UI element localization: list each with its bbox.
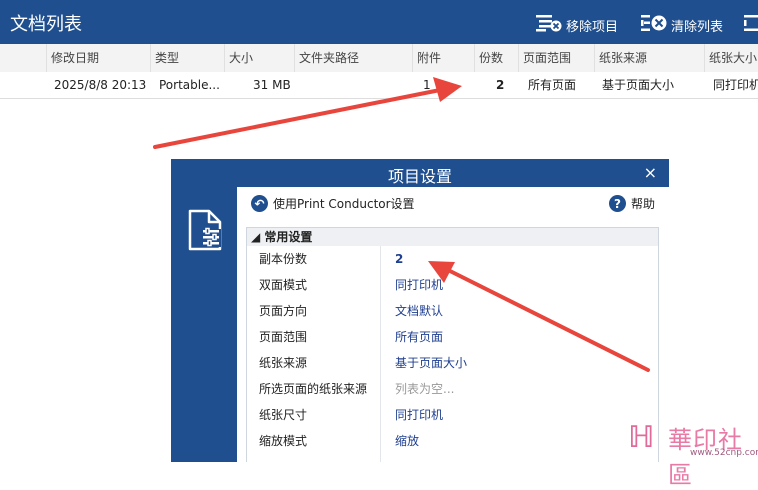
cell-copies: 2 <box>496 78 505 92</box>
column-header-row: 修改日期 类型 大小 文件夹路径 附件 份数 页面范围 纸张来源 纸张大小 <box>0 44 758 73</box>
property-value[interactable]: 2 <box>395 246 403 272</box>
use-settings-label: 使用Print Conductor设置 <box>273 197 415 211</box>
document-list-header: 文档列表 移除项目 清除列表 <box>0 0 758 44</box>
table-row[interactable]: 2025/8/8 20:13 Portable... 31 MB 1 2 所有页… <box>0 72 758 99</box>
cell-attachments: 1 <box>423 78 431 92</box>
property-key: 纸张来源 <box>259 356 308 370</box>
back-arrow-icon: ↶ <box>251 195 268 212</box>
dialog-title: 项目设置 <box>387 167 452 186</box>
column-header-page-range[interactable]: 页面范围 <box>518 44 594 72</box>
remove-item-label: 移除项目 <box>566 19 619 35</box>
dialog-sidebar <box>171 187 237 462</box>
property-row-paper-size[interactable]: 纸张尺寸 同打印机 <box>247 402 658 428</box>
property-row-scaling-mode[interactable]: 缩放模式 缩放 <box>247 428 658 454</box>
column-header-folder-path[interactable]: 文件夹路径 <box>294 44 412 72</box>
column-header-paper-source[interactable]: 纸张来源 <box>594 44 704 72</box>
use-print-conductor-settings-link[interactable]: ↶ 使用Print Conductor设置 <box>251 195 415 212</box>
watermark: ℍ 華印社區 www.52cnp.com <box>628 418 758 489</box>
property-row-page-range[interactable]: 页面范围 所有页面 <box>247 324 658 350</box>
cell-paper-size: 同打印机 <box>713 78 758 92</box>
property-key: 缩放模式 <box>259 434 308 448</box>
list-icon <box>744 14 758 36</box>
column-header-type[interactable]: 类型 <box>150 44 224 72</box>
property-key: 双面模式 <box>259 278 308 292</box>
watermark-url: www.52cnp.com <box>690 448 758 458</box>
property-key: 页面方向 <box>259 304 308 318</box>
cell-paper-source: 基于页面大小 <box>602 78 675 92</box>
property-key: 纸张尺寸 <box>259 408 308 422</box>
property-value[interactable]: 所有页面 <box>395 324 443 350</box>
cell-page-range: 所有页面 <box>528 78 577 92</box>
dialog-title-bar: 项目设置 × <box>171 159 669 187</box>
property-value[interactable]: 文档默认 <box>395 298 443 324</box>
watermark-logo-icon: ℍ <box>628 420 655 455</box>
cell-modified-date: 2025/8/8 20:13 <box>54 78 147 92</box>
property-row-paper-source[interactable]: 纸张来源 基于页面大小 <box>247 350 658 376</box>
document-settings-icon <box>187 209 223 254</box>
collapse-triangle-icon: ◢ <box>251 230 261 244</box>
help-label: 帮助 <box>630 197 655 211</box>
property-value[interactable]: 基于页面大小 <box>395 350 467 376</box>
property-key: 副本份数 <box>259 252 308 266</box>
property-row-selected-pages-paper-source[interactable]: 所选页面的纸张来源 列表为空... <box>247 376 658 402</box>
help-icon: ? <box>608 195 626 212</box>
item-settings-dialog: 项目设置 × ↶ 使用Print Conductor设置 ? 帮助 ◢ 常用设置… <box>171 159 669 462</box>
remove-list-icon <box>536 14 566 36</box>
property-grid: ◢ 常用设置 副本份数 2 双面模式 同打印机 页面方向 文档默认 页面范围 所… <box>246 227 659 462</box>
column-header-modified-date[interactable]: 修改日期 <box>46 44 150 72</box>
clear-list-button[interactable]: 清除列表 <box>641 14 723 36</box>
property-row-duplex-mode[interactable]: 双面模式 同打印机 <box>247 272 658 298</box>
property-key: 所选页面的纸张来源 <box>259 382 368 396</box>
clear-list-icon <box>641 14 671 36</box>
property-row-orientation[interactable]: 页面方向 文档默认 <box>247 298 658 324</box>
column-header-paper-size[interactable]: 纸张大小 <box>704 44 758 72</box>
property-row-copies[interactable]: 副本份数 2 <box>247 246 658 272</box>
property-value[interactable]: 同打印机 <box>395 402 443 428</box>
section-header-common-settings[interactable]: ◢ 常用设置 <box>247 228 658 246</box>
cell-size: 31 MB <box>253 78 291 92</box>
remove-item-button[interactable]: 移除项目 <box>536 14 618 36</box>
dialog-body: ↶ 使用Print Conductor设置 ? 帮助 ◢ 常用设置 副本份数 2… <box>237 187 669 462</box>
property-key: 页面范围 <box>259 330 308 344</box>
page-title: 文档列表 <box>10 14 82 35</box>
section-title: 常用设置 <box>264 230 313 244</box>
more-toolbar-button[interactable] <box>744 14 758 36</box>
cell-type: Portable... <box>159 78 220 92</box>
column-header-size[interactable]: 大小 <box>224 44 294 72</box>
column-header-copies[interactable]: 份数 <box>474 44 518 72</box>
clear-list-label: 清除列表 <box>671 19 724 35</box>
property-value[interactable]: 同打印机 <box>395 272 443 298</box>
property-value[interactable]: 缩放 <box>395 428 419 454</box>
close-icon[interactable]: × <box>644 163 657 182</box>
property-value[interactable]: 列表为空... <box>395 376 454 402</box>
column-header-attachments[interactable]: 附件 <box>412 44 474 72</box>
help-button[interactable]: ? 帮助 <box>608 195 655 212</box>
